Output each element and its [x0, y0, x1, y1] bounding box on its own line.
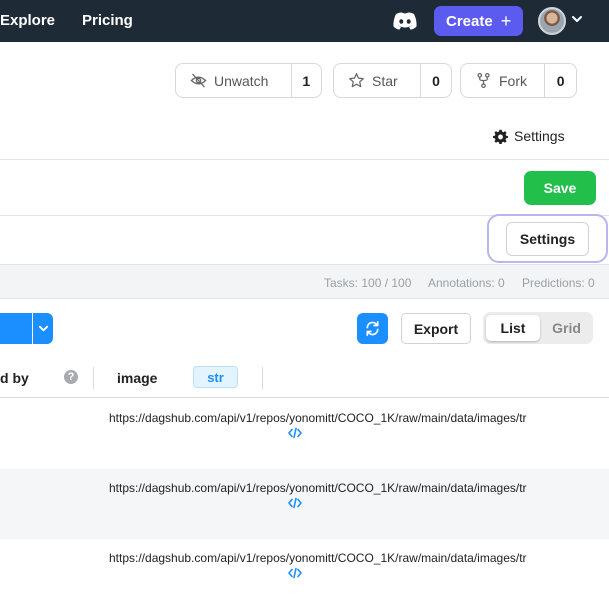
list-view-tab[interactable]: List	[486, 315, 540, 341]
action-split-button	[0, 313, 53, 344]
nav-pricing[interactable]: Pricing	[82, 12, 133, 29]
predictions-count: Predictions: 0	[522, 276, 595, 290]
create-button[interactable]: Create +	[434, 6, 523, 36]
help-icon[interactable]: ?	[64, 370, 78, 384]
save-button[interactable]: Save	[524, 171, 596, 205]
fork-control: Fork 0	[460, 63, 577, 98]
stats-bar: Tasks: 100 / 100 Annotations: 0 Predicti…	[0, 264, 609, 299]
action-dropdown-toggle[interactable]	[33, 313, 53, 344]
star-count[interactable]: 0	[421, 64, 451, 97]
fork-count[interactable]: 0	[545, 64, 576, 97]
refresh-icon	[366, 321, 379, 336]
grid-view-tab[interactable]: Grid	[543, 315, 590, 341]
discord-icon[interactable]	[392, 11, 418, 31]
star-button[interactable]: Star	[334, 64, 421, 97]
unwatch-label: Unwatch	[214, 72, 269, 89]
star-label: Star	[372, 72, 398, 89]
top-navbar: Explore Pricing Create +	[0, 0, 609, 42]
plus-icon: +	[500, 11, 512, 31]
eye-slash-icon	[190, 73, 207, 88]
code-icon[interactable]	[288, 497, 302, 509]
table-row[interactable]: https://dagshub.com/api/v1/repos/yonomit…	[0, 539, 609, 609]
star-control: Star 0	[333, 63, 452, 98]
tasks-count: Tasks: 100 / 100	[324, 276, 412, 290]
settings-tab-label: Settings	[514, 128, 565, 144]
divider	[0, 159, 609, 160]
column-header-image[interactable]: image	[117, 370, 157, 386]
image-url-cell: https://dagshub.com/api/v1/repos/yonomit…	[109, 551, 527, 565]
code-icon[interactable]	[288, 567, 302, 579]
action-button[interactable]	[0, 313, 32, 344]
view-toggle: List Grid	[483, 312, 593, 344]
create-label: Create	[446, 12, 493, 30]
table-header: d by ? image str	[0, 359, 609, 398]
column-divider[interactable]	[93, 367, 94, 389]
table-row[interactable]: https://dagshub.com/api/v1/repos/yonomit…	[0, 469, 609, 539]
nav-explore[interactable]: Explore	[0, 12, 55, 29]
gear-icon	[493, 129, 508, 144]
chevron-down-icon[interactable]	[571, 13, 583, 25]
column-type-badge: str	[193, 366, 238, 388]
unwatch-control: Unwatch 1	[175, 63, 322, 98]
avatar[interactable]	[538, 7, 566, 35]
star-icon	[349, 73, 364, 88]
fork-icon	[477, 72, 490, 89]
annotations-count: Annotations: 0	[428, 276, 505, 290]
image-url-cell: https://dagshub.com/api/v1/repos/yonomit…	[109, 481, 527, 495]
table-row[interactable]: https://dagshub.com/api/v1/repos/yonomit…	[0, 399, 609, 469]
settings-button[interactable]: Settings	[506, 222, 589, 256]
image-url-cell: https://dagshub.com/api/v1/repos/yonomit…	[109, 411, 527, 425]
refresh-button[interactable]	[357, 313, 388, 344]
unwatch-button[interactable]: Unwatch	[176, 64, 292, 97]
code-icon[interactable]	[288, 427, 302, 439]
export-button[interactable]: Export	[401, 313, 471, 344]
column-divider[interactable]	[262, 367, 263, 389]
fork-label: Fork	[499, 72, 527, 89]
settings-tab[interactable]: Settings	[493, 128, 565, 144]
unwatch-count[interactable]: 1	[292, 64, 321, 97]
column-header-partial[interactable]: d by	[0, 370, 29, 386]
chevron-down-icon	[38, 325, 48, 332]
fork-button[interactable]: Fork	[461, 64, 546, 97]
